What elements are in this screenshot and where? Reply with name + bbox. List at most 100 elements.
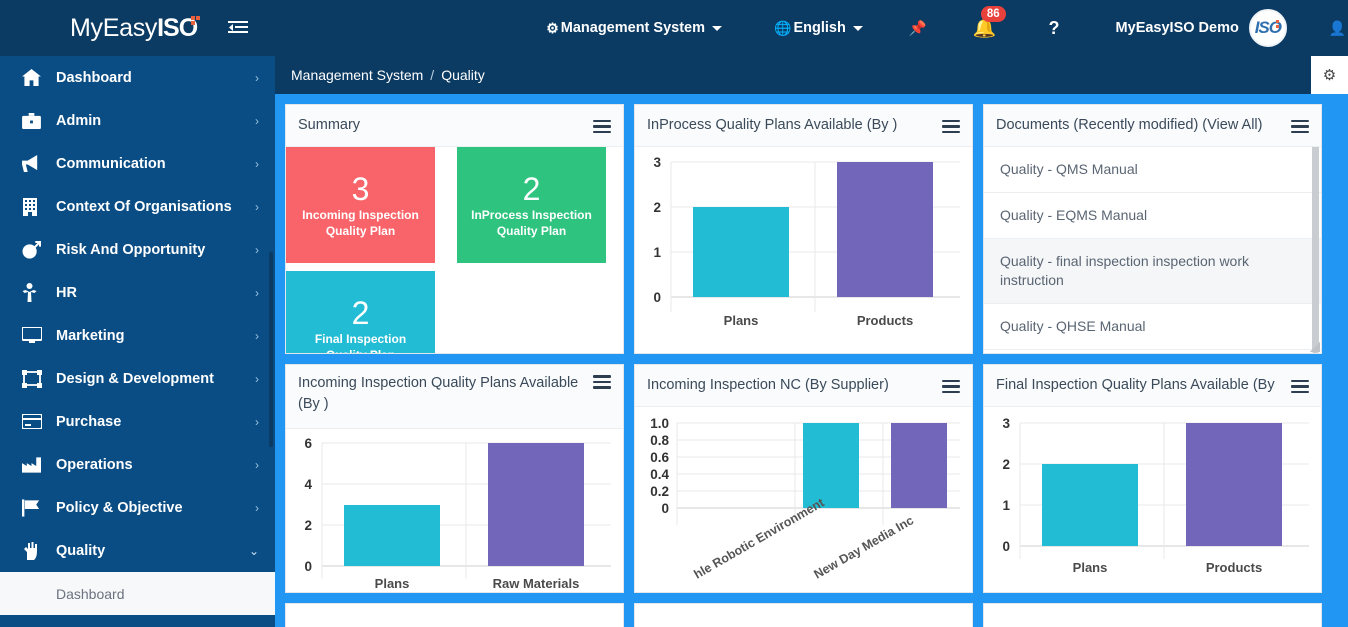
list-item[interactable]: Quality - EQMS Manual	[984, 193, 1321, 239]
summary-tile-inprocess-inspection[interactable]: 2 InProcess Inspection Quality Plan	[457, 147, 606, 263]
card-body: 6 4 2 0 Plans Raw Materials	[286, 429, 623, 592]
summary-tile-final-inspection[interactable]: 2 Final Inspection Quality Plan	[286, 271, 435, 353]
bar-supplier-2[interactable]	[891, 423, 947, 508]
sidebar-item-design-development[interactable]: Design & Development ›	[0, 357, 275, 400]
hamburger-icon[interactable]	[1291, 379, 1309, 394]
y-tick-1: 1	[1002, 498, 1010, 513]
sidebar-item-policy-objective[interactable]: Policy & Objective ›	[0, 486, 275, 529]
breadcrumb-separator: /	[430, 67, 435, 83]
sidebar-item-marketing[interactable]: Marketing ›	[0, 314, 275, 357]
pin-button[interactable]: 📌	[901, 0, 935, 56]
bar-chart-incoming-quality-plans: 6 4 2 0 Plans Raw Materials	[286, 429, 623, 592]
risk-icon	[22, 240, 56, 259]
card-title: Incoming Inspection NC (By Supplier)	[647, 377, 889, 393]
gear-icon: ⚙	[546, 19, 559, 36]
documents-list: Quality - QMS Manual Quality - EQMS Manu…	[984, 147, 1321, 353]
brand-name-my: MyEasy	[70, 13, 158, 42]
chevron-right-icon: ›	[255, 242, 259, 257]
bar-supplier-1[interactable]	[803, 423, 859, 508]
dashboard-content: Summary 3 Incoming Inspection Quality Pl…	[275, 94, 1348, 627]
chevron-right-icon: ›	[255, 500, 259, 515]
bar-chart-inprocess: 3 2 1 0 Plans Products	[635, 147, 972, 353]
y-tick-1.0: 1.0	[650, 416, 669, 431]
bar-products[interactable]	[837, 162, 933, 297]
bar-plans[interactable]	[1042, 464, 1138, 546]
sidebar-item-hr[interactable]: HR ›	[0, 271, 275, 314]
sidebar-toggle-icon[interactable]	[228, 20, 249, 36]
app-root: MyEasy ISO ⚙ Management System 🌐 English…	[0, 0, 1348, 627]
sidebar-item-label: Context Of Organisations	[56, 198, 232, 215]
hamburger-icon[interactable]	[942, 379, 960, 394]
summary-tiles: 3 Incoming Inspection Quality Plan 2 InP…	[286, 147, 623, 353]
settings-gear-button[interactable]: ⚙	[1311, 56, 1348, 94]
y-tick-4: 4	[304, 477, 312, 492]
tile-label: Final Inspection Quality Plan	[314, 332, 407, 353]
sidebar-scrollbar[interactable]	[269, 252, 273, 447]
list-item[interactable]: Quality - QMS Manual	[984, 147, 1321, 193]
language-menu[interactable]: 🌐 English	[766, 0, 871, 56]
card-header: Final Inspection Quality Plans Available…	[984, 365, 1321, 407]
card-header: Incoming Inspection Quality Plans Availa…	[286, 365, 623, 429]
sidebar-item-operations[interactable]: Operations ›	[0, 443, 275, 486]
management-system-menu[interactable]: ⚙ Management System	[538, 0, 730, 56]
card-body: 3 2 1 0 Plans Products	[635, 147, 972, 353]
hamburger-icon[interactable]	[942, 119, 960, 134]
bar-raw-materials[interactable]	[488, 443, 584, 566]
y-tick-0: 0	[1002, 539, 1010, 554]
sidebar: Dashboard › Admin › Communication › Cont…	[0, 56, 275, 627]
sidebar-item-label: Design & Development	[56, 370, 214, 387]
hamburger-icon[interactable]	[593, 375, 611, 389]
help-button[interactable]: ?	[1041, 18, 1068, 39]
sidebar-item-label: Admin	[56, 112, 102, 129]
sidebar-item-context-of-organisations[interactable]: Context Of Organisations ›	[0, 185, 275, 228]
final-inspection-quality-plans-card: Final Inspection Quality Plans Available…	[983, 364, 1322, 593]
sidebar-item-admin[interactable]: Admin ›	[0, 99, 275, 142]
y-tick-2: 2	[304, 518, 312, 533]
list-item[interactable]: Quality - final inspection inspection wo…	[984, 239, 1321, 304]
card-body: Quality - QMS Manual Quality - EQMS Manu…	[984, 147, 1321, 353]
tile-label: Incoming Inspection Quality Plan	[302, 208, 419, 238]
sidebar-item-quality[interactable]: Quality ⌄	[0, 529, 275, 572]
bar-plans[interactable]	[693, 207, 789, 297]
card-title: InProcess Quality Plans Available (By )	[647, 117, 898, 133]
breadcrumb-root[interactable]: Management System	[291, 67, 423, 83]
sidebar-item-purchase[interactable]: Purchase ›	[0, 400, 275, 443]
breadcrumb-current: Quality	[441, 67, 485, 83]
list-item[interactable]: Quality - QHSE Manual	[984, 304, 1321, 350]
card-header: Incoming Inspection NC (By Supplier)	[635, 365, 972, 407]
company-name[interactable]: MyEasyISO Demo ISO	[1108, 0, 1295, 56]
thumbtack-icon: 📌	[908, 20, 927, 37]
user-menu[interactable]: 👤 Kaushal	[1321, 0, 1348, 56]
hamburger-icon[interactable]	[593, 119, 611, 134]
bar-products[interactable]	[1186, 423, 1282, 546]
chevron-right-icon: ›	[255, 457, 259, 472]
bar-plans[interactable]	[344, 505, 440, 566]
top-navigation-right: ⚙ Management System 🌐 English 📌 🔔 86 ? M…	[248, 0, 1348, 56]
incoming-inspection-nc-card: Incoming Inspection NC (By Supplier) 1.0…	[634, 364, 973, 593]
brand-dots-icon	[191, 15, 203, 36]
y-tick-1: 1	[653, 245, 661, 260]
brand-text: MyEasy ISO	[70, 14, 203, 43]
chevron-down-icon	[712, 25, 722, 31]
resize-grip[interactable]	[1310, 342, 1320, 352]
next-row-card-3	[983, 603, 1322, 627]
notifications-button[interactable]: 🔔 86	[965, 0, 1006, 56]
card-header: Summary	[286, 105, 623, 147]
documents-scrollbar[interactable]	[1312, 147, 1319, 353]
y-tick-0.6: 0.6	[650, 450, 669, 465]
sidebar-item-dashboard[interactable]: Dashboard ›	[0, 56, 275, 99]
sidebar-item-communication[interactable]: Communication ›	[0, 142, 275, 185]
home-icon	[22, 69, 56, 86]
sidebar-subitem-quality-dashboard[interactable]: Dashboard	[0, 572, 275, 615]
brand-logo[interactable]: MyEasy ISO	[0, 0, 204, 56]
sidebar-subitem-label: Dashboard	[56, 585, 125, 602]
summary-tile-incoming-inspection[interactable]: 3 Incoming Inspection Quality Plan	[286, 147, 435, 263]
hamburger-icon[interactable]	[1291, 119, 1309, 134]
y-tick-2: 2	[653, 200, 661, 215]
notification-count-badge: 86	[980, 6, 1006, 22]
user-icon: 👤	[1328, 19, 1347, 36]
sidebar-item-risk-and-opportunity[interactable]: Risk And Opportunity ›	[0, 228, 275, 271]
megaphone-icon	[22, 155, 56, 172]
y-tick-2: 2	[1002, 457, 1010, 472]
y-tick-0.2: 0.2	[650, 484, 669, 499]
